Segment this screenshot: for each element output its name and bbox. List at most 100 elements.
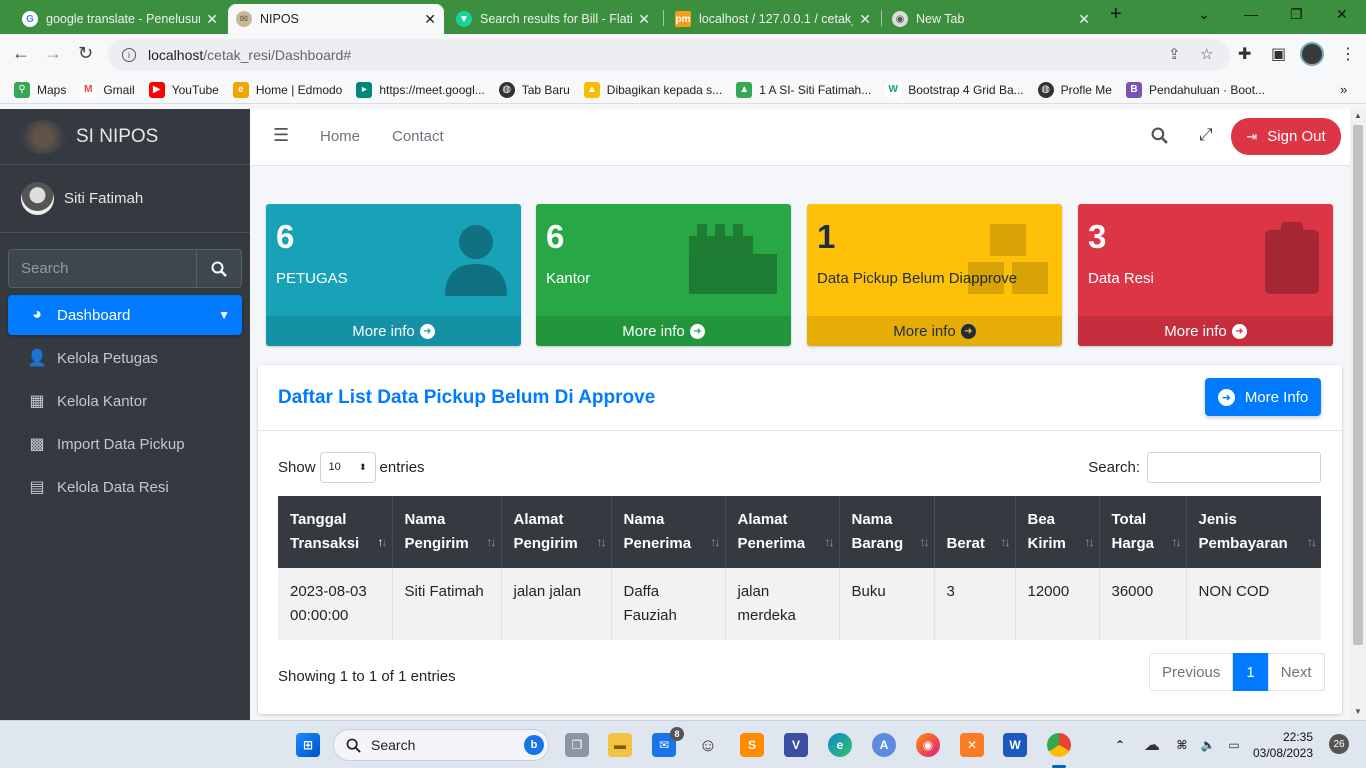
side-panel-icon[interactable]: ▣ xyxy=(1271,44,1286,64)
box-more-info-link[interactable]: More info ➜ xyxy=(536,316,791,346)
onedrive-icon[interactable]: ☁ xyxy=(1140,733,1164,757)
edge-icon[interactable]: e xyxy=(828,733,852,757)
bookmark-maps[interactable]: ⚲ Maps xyxy=(14,81,66,98)
hamburger-menu-icon[interactable]: ☰ xyxy=(273,125,289,146)
col-tanggal-transaksi[interactable]: Tanggal Transaksi ↑↓ xyxy=(278,496,392,568)
taskbar-clock[interactable]: 22:35 03/08/2023 xyxy=(1253,729,1313,761)
minimize-icon[interactable]: — xyxy=(1244,6,1258,22)
box-more-info-link[interactable]: More info ➜ xyxy=(1078,316,1333,346)
url-field[interactable]: i localhost/cetak_resi/Dashboard# ⇪ ☆ xyxy=(108,39,1230,71)
nav-home[interactable]: Home xyxy=(320,128,360,145)
close-icon[interactable]: ✕ xyxy=(638,11,650,28)
xampp-icon[interactable]: ✕ xyxy=(960,733,984,757)
forward-arrow-icon[interactable]: → xyxy=(44,43,62,64)
sublime-text-icon[interactable]: S xyxy=(740,733,764,757)
bookmark-gmail[interactable]: M Gmail xyxy=(80,81,135,98)
sidebar-search-input[interactable]: Search xyxy=(8,249,197,288)
bookmark-profile[interactable]: ◍ Profle Me xyxy=(1037,81,1112,98)
pagination-previous[interactable]: Previous xyxy=(1149,653,1234,691)
more-bookmarks-icon[interactable]: » xyxy=(1340,82,1347,97)
nav-contact[interactable]: Contact xyxy=(392,128,444,145)
bookmark-tab-baru[interactable]: ◍ Tab Baru xyxy=(498,81,570,98)
col-jenis-pembayaran[interactable]: Jenis Pembayaran ↑↓ xyxy=(1185,496,1321,568)
bookmark-edmodo[interactable]: e Home | Edmodo xyxy=(232,81,342,98)
box-more-info-link[interactable]: More info ➜ xyxy=(266,316,521,346)
profile-avatar[interactable] xyxy=(1300,42,1324,66)
volume-icon[interactable]: 🔈 xyxy=(1196,733,1220,757)
firefox-icon[interactable]: ◉ xyxy=(916,733,940,757)
back-arrow-icon[interactable]: ← xyxy=(12,43,30,64)
page-scrollbar[interactable]: ▲ ▼ xyxy=(1350,109,1366,720)
sidebar-item-import-data-pickup[interactable]: ▩ Import Data Pickup xyxy=(8,424,242,464)
tab-nipos[interactable]: ✉ NIPOS ✕ xyxy=(228,4,444,34)
windows-start-icon[interactable]: ⊞ xyxy=(296,733,320,757)
tab-search-icon[interactable]: ⌄ xyxy=(1198,6,1210,23)
scroll-thumb[interactable] xyxy=(1353,125,1363,645)
brand-link[interactable]: SI NIPOS xyxy=(0,109,250,165)
scroll-up-icon[interactable]: ▲ xyxy=(1354,111,1362,120)
sidebar-item-kelola-petugas[interactable]: 👤 Kelola Petugas xyxy=(8,338,242,378)
window-close-icon[interactable]: ✕ xyxy=(1336,6,1348,23)
sign-out-button[interactable]: ⇥ Sign Out xyxy=(1231,118,1341,155)
bookmark-star-icon[interactable]: ☆ xyxy=(1200,45,1213,63)
sidebar-item-kelola-data-resi[interactable]: ▤ Kelola Data Resi xyxy=(8,467,242,507)
menu-kebab-icon[interactable]: ⋮ xyxy=(1340,44,1356,64)
col-nama-penerima[interactable]: Nama Penerima ↑↓ xyxy=(610,496,725,568)
pagination-next[interactable]: Next xyxy=(1267,653,1325,691)
network-icon[interactable]: ⌘ xyxy=(1170,733,1194,757)
search-button[interactable] xyxy=(197,249,242,288)
extensions-icon[interactable]: ✚ xyxy=(1238,44,1251,64)
bookmark-drive-siti[interactable]: ▲ 1 A SI- Siti Fatimah... xyxy=(736,81,871,98)
tab-phpmyadmin[interactable]: pm localhost / 127.0.0.1 / cetak_resi ✕ xyxy=(667,4,879,34)
col-bea-kirim[interactable]: Bea Kirim ↑↓ xyxy=(1014,496,1099,568)
navbar-search-icon[interactable] xyxy=(1151,127,1168,148)
tab-flaticon[interactable]: ▼ Search results for Bill - Flaticon ✕ xyxy=(448,4,658,34)
more-info-button[interactable]: ➜ More Info xyxy=(1205,378,1321,416)
sidebar-item-kelola-kantor[interactable]: ▦ Kelola Kantor xyxy=(8,381,242,421)
bookmark-meet[interactable]: ▸ https://meet.googl... xyxy=(356,81,485,98)
col-nama-barang[interactable]: Nama Barang ↑↓ xyxy=(838,496,934,568)
tab-google-translate[interactable]: G google translate - Penelusuran ✕ xyxy=(14,4,226,34)
close-icon[interactable]: ✕ xyxy=(1078,11,1090,28)
chrome-icon[interactable] xyxy=(1047,733,1071,757)
bookmark-bootstrap-intro[interactable]: B Pendahuluan · Boot... xyxy=(1125,81,1265,98)
close-icon[interactable]: ✕ xyxy=(424,11,436,28)
col-alamat-penerima[interactable]: Alamat Penerima ↑↓ xyxy=(724,496,839,568)
pagination-page-1[interactable]: 1 xyxy=(1233,653,1268,691)
entries-select[interactable]: 10 ⬍ xyxy=(319,451,376,483)
fullscreen-icon[interactable]: ⤢ xyxy=(1199,125,1213,145)
new-tab-icon[interactable]: + xyxy=(1110,3,1122,26)
app-store-icon[interactable]: A xyxy=(872,733,896,757)
user-panel[interactable]: Siti Fatimah xyxy=(0,165,250,233)
bookmark-bootstrap-grid[interactable]: W Bootstrap 4 Grid Ba... xyxy=(885,81,1024,98)
table-search-input[interactable] xyxy=(1147,451,1321,483)
col-total-harga[interactable]: Total Harga ↑↓ xyxy=(1098,496,1186,568)
battery-icon[interactable]: ▭ xyxy=(1222,733,1246,757)
emoji-app-icon[interactable]: ☺ xyxy=(696,733,720,757)
visual-studio-icon[interactable]: V xyxy=(784,733,808,757)
tab-new-tab[interactable]: ◉ New Tab ✕ xyxy=(884,4,1098,34)
file-explorer-icon[interactable]: ▬ xyxy=(608,733,632,757)
url-path: /cetak_resi/Dashboard# xyxy=(203,47,352,63)
taskbar-search[interactable]: Search b xyxy=(333,729,549,761)
restore-icon[interactable]: ❐ xyxy=(1290,6,1303,23)
col-berat[interactable]: Berat ↑↓ xyxy=(933,496,1015,568)
cell-bea-kirim: 12000 xyxy=(1014,568,1099,640)
bookmark-youtube[interactable]: ▶ YouTube xyxy=(148,81,219,98)
bookmark-drive-shared[interactable]: ▲ Dibagikan kepada s... xyxy=(583,81,722,98)
mail-icon[interactable]: ✉ 8 xyxy=(652,727,684,757)
close-icon[interactable]: ✕ xyxy=(859,11,871,28)
notification-badge[interactable]: 26 xyxy=(1329,734,1349,754)
col-nama-pengirim[interactable]: Nama Pengirim ↑↓ xyxy=(391,496,501,568)
word-icon[interactable]: W xyxy=(1003,733,1027,757)
col-alamat-pengirim[interactable]: Alamat Pengirim ↑↓ xyxy=(500,496,611,568)
info-icon[interactable]: i xyxy=(122,48,136,62)
tray-chevron-up-icon[interactable]: ⌃ xyxy=(1108,733,1132,757)
share-icon[interactable]: ⇪ xyxy=(1168,45,1181,63)
sidebar-item-dashboard[interactable]: ◕ Dashboard ▼ xyxy=(8,295,242,335)
close-icon[interactable]: ✕ xyxy=(206,11,218,28)
reload-icon[interactable]: ↻ xyxy=(78,43,93,64)
task-view-icon[interactable]: ❐ xyxy=(565,733,589,757)
scroll-down-icon[interactable]: ▼ xyxy=(1354,707,1362,716)
box-more-info-link[interactable]: More info ➜ xyxy=(807,316,1062,346)
